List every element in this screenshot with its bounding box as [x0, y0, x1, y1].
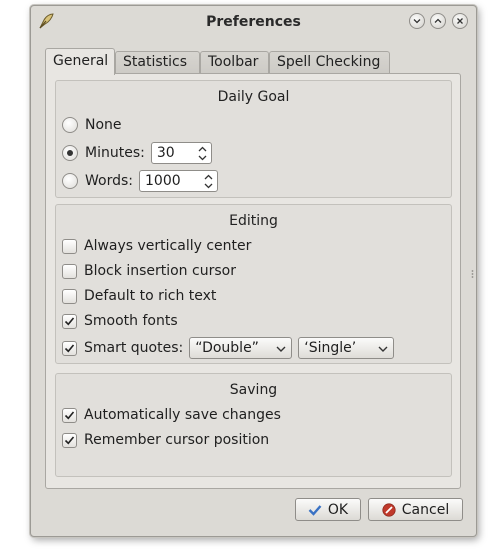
tab-general[interactable]: General	[45, 48, 115, 75]
chevron-down-icon	[413, 19, 421, 24]
checkmark-icon	[64, 410, 75, 419]
checkmark-icon	[308, 504, 322, 516]
tab-toolbar[interactable]: Toolbar	[200, 51, 269, 73]
preferences-window: Preferences General Statistics Toolbar S…	[30, 5, 477, 537]
ok-label: OK	[327, 501, 349, 518]
single-quotes-value: ‘Single’	[304, 340, 357, 356]
double-quotes-value: “Double”	[195, 340, 259, 356]
none-option[interactable]: None	[62, 114, 122, 136]
words-radio[interactable]	[62, 173, 78, 189]
chevron-down-icon	[378, 346, 388, 352]
double-quotes-select[interactable]: “Double”	[189, 337, 293, 359]
minutes-label: Minutes:	[85, 145, 145, 161]
resize-grip-icon[interactable]	[471, 269, 474, 279]
tab-spell-checking[interactable]: Spell Checking	[269, 51, 390, 73]
auto-save-checkbox[interactable]	[62, 407, 77, 423]
always-center-checkbox[interactable]	[62, 238, 77, 254]
close-icon	[457, 18, 463, 24]
minutes-radio[interactable]	[62, 145, 78, 161]
saving-title: Saving	[229, 382, 278, 398]
chevron-down-icon	[276, 346, 286, 352]
radio-selected-dot	[67, 150, 73, 156]
none-radio[interactable]	[62, 117, 78, 133]
cancel-icon	[382, 502, 396, 517]
block-cursor-checkbox[interactable]	[62, 263, 77, 279]
close-button[interactable]	[452, 13, 468, 29]
always-center-label: Always vertically center	[84, 238, 252, 254]
checkmark-icon	[64, 343, 75, 352]
smooth-fonts-checkbox[interactable]	[62, 313, 77, 329]
auto-save-option[interactable]: Automatically save changes	[62, 404, 281, 426]
maximize-button[interactable]	[430, 13, 446, 29]
smart-quotes-checkbox[interactable]	[62, 340, 77, 356]
minutes-value: 30	[156, 145, 175, 161]
minutes-spinbox[interactable]: 30	[150, 142, 212, 164]
none-label: None	[85, 117, 122, 133]
title-bar[interactable]: Preferences	[31, 6, 476, 38]
block-cursor-label: Block insertion cursor	[84, 263, 236, 279]
remember-cursor-option[interactable]: Remember cursor position	[62, 429, 269, 451]
spin-arrows-icon[interactable]	[204, 174, 213, 189]
smooth-fonts-option[interactable]: Smooth fonts	[62, 310, 178, 332]
cancel-button[interactable]: Cancel	[368, 498, 463, 521]
minimize-button[interactable]	[409, 13, 425, 29]
editing-group: Editing Always vertically center Block i…	[55, 204, 452, 364]
rich-text-option[interactable]: Default to rich text	[62, 285, 216, 307]
words-value: 1000	[145, 173, 181, 189]
saving-group: Saving Automatically save changes Rememb…	[55, 373, 452, 477]
always-center-option[interactable]: Always vertically center	[62, 235, 251, 257]
rich-text-label: Default to rich text	[84, 288, 217, 304]
remember-cursor-checkbox[interactable]	[62, 432, 77, 448]
block-cursor-option[interactable]: Block insertion cursor	[62, 260, 236, 282]
words-label: Words:	[85, 173, 133, 189]
editing-title: Editing	[229, 213, 278, 229]
checkmark-icon	[64, 435, 75, 444]
remember-cursor-label: Remember cursor position	[84, 432, 270, 448]
words-option[interactable]: Words: 1000	[62, 170, 218, 192]
daily-goal-title: Daily Goal	[217, 89, 290, 105]
spin-arrows-icon[interactable]	[198, 146, 207, 161]
words-spinbox[interactable]: 1000	[139, 170, 218, 192]
rich-text-checkbox[interactable]	[62, 288, 77, 304]
smart-quotes-option[interactable]: Smart quotes: “Double” ‘Single’	[62, 337, 395, 359]
general-tab-panel: Daily Goal None Minutes: 30 Words: 1000	[45, 73, 461, 489]
daily-goal-group: Daily Goal None Minutes: 30 Words: 1000	[55, 80, 452, 198]
cancel-label: Cancel	[401, 501, 450, 518]
smart-quotes-label: Smart quotes:	[84, 340, 184, 356]
checkmark-icon	[64, 316, 75, 325]
auto-save-label: Automatically save changes	[84, 407, 281, 423]
minutes-option[interactable]: Minutes: 30	[62, 142, 212, 164]
chevron-up-icon	[434, 18, 442, 23]
ok-button[interactable]: OK	[295, 498, 361, 521]
smooth-fonts-label: Smooth fonts	[84, 313, 178, 329]
tab-statistics[interactable]: Statistics	[115, 51, 200, 73]
single-quotes-select[interactable]: ‘Single’	[298, 337, 395, 359]
